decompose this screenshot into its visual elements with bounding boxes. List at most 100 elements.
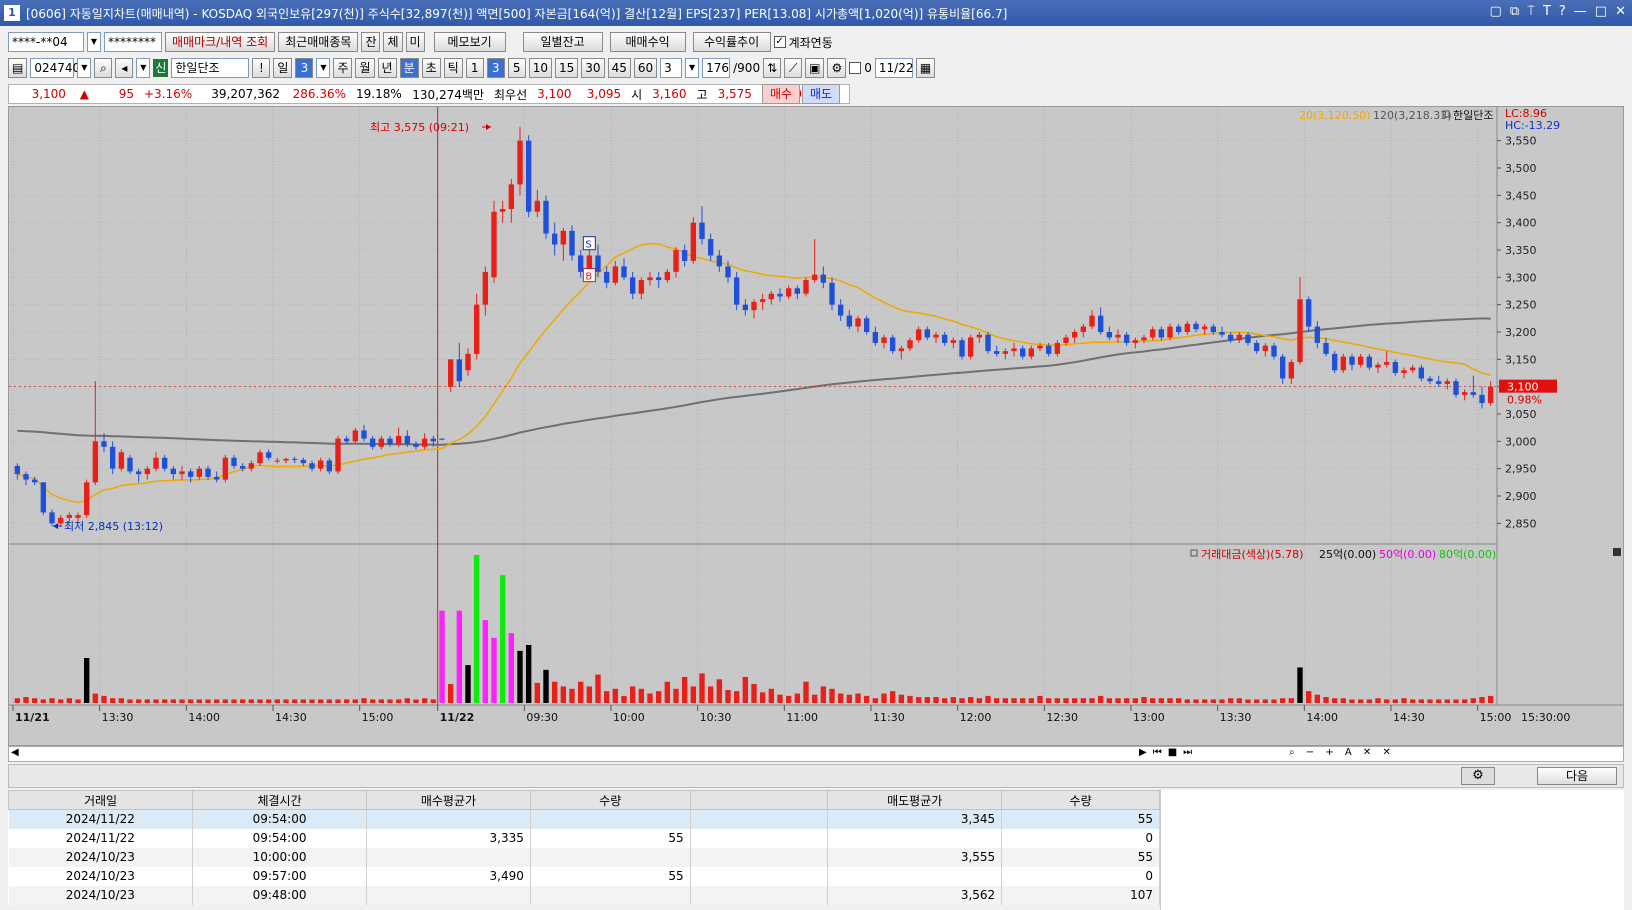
draw-icon[interactable]: ⟋ (784, 58, 803, 78)
executed-button[interactable]: 체 (383, 32, 403, 52)
period-dropdown-icon[interactable]: ▼ (316, 58, 331, 78)
pin-icon[interactable]: ⍑ (1527, 4, 1535, 19)
indicator-icon[interactable]: ⇅ (763, 58, 782, 78)
volume-bar (1054, 698, 1061, 703)
table-row[interactable]: 2024/10/23 10:00:00 3,555 55 (8, 847, 1160, 867)
volume-bar (898, 694, 905, 703)
font-icon[interactable]: T (1543, 4, 1551, 19)
period-tick-button[interactable]: 틱 (443, 58, 463, 78)
col-trade-date[interactable]: 거래일 (7, 790, 194, 810)
maximize-icon[interactable]: □ (1595, 4, 1607, 19)
minute-60-button[interactable]: 60 (633, 58, 658, 78)
volume-bar (950, 697, 957, 703)
period-week-button[interactable]: 주 (333, 58, 353, 78)
candle-body (161, 457, 168, 469)
table-row[interactable]: 2024/10/23 09:57:00 3,490 55 0 (8, 866, 1160, 886)
trades-table: 거래일 체결시간 매수평균가 수량 매도평균가 수량 2024/11/22 09:… (7, 790, 1160, 905)
period-day-button[interactable]: 일 (273, 58, 293, 78)
sound-icon[interactable]: ◂ (115, 58, 134, 78)
volume-bar (1479, 697, 1485, 703)
unexecuted-button[interactable]: 미 (405, 32, 425, 52)
code-dropdown-icon[interactable]: ▼ (77, 58, 92, 78)
account-dropdown-icon[interactable]: ▼ (87, 32, 101, 52)
daily-balance-button[interactable]: 일별잔고 (522, 32, 603, 52)
account-link-checkbox[interactable]: ✓ (773, 36, 786, 48)
recent-trades-button[interactable]: 최근매매종목 (278, 32, 359, 52)
password-input[interactable]: ******** (104, 32, 162, 52)
zoom-tools-icon[interactable]: ⌕ − + A ✕ ✕ (1289, 747, 1395, 758)
period-second-button[interactable]: 초 (421, 58, 441, 78)
minute-10-button[interactable]: 10 (528, 58, 552, 78)
restore-icon[interactable]: ⧉ (1510, 4, 1519, 19)
col-sell-qty[interactable]: 수량 (1001, 790, 1160, 810)
volume-bar (993, 698, 1000, 703)
volume-bar (707, 686, 714, 703)
volume-bar (1080, 698, 1087, 703)
layout-icon[interactable]: ▤ (8, 58, 28, 78)
candle-body (1461, 392, 1468, 395)
table-row[interactable]: 2024/11/22 09:54:00 3,345 55 (8, 809, 1160, 829)
sell-button[interactable]: 매도 (802, 84, 840, 104)
date-checkbox[interactable] (849, 62, 862, 74)
col-buy-avg[interactable]: 매수평균가 (366, 790, 531, 810)
col-sell-avg[interactable]: 매도평균가 (827, 790, 1003, 810)
scroll-tools-icon[interactable]: ▶⏮■⏭ (1139, 747, 1198, 758)
minute-45-button[interactable]: 45 (607, 58, 631, 78)
col-buy-qty[interactable]: 수량 (529, 790, 691, 810)
unit-input[interactable]: 3 (660, 58, 683, 78)
memo-button[interactable]: 메모보기 (433, 32, 506, 52)
next-button[interactable]: 다음 (1537, 767, 1617, 785)
price-tick-label: 3,550 (1505, 135, 1537, 148)
close-icon[interactable]: ✕ (1615, 4, 1626, 19)
period-minute-button[interactable]: 분 (399, 58, 419, 78)
table-row[interactable]: 2024/11/22 09:54:00 3,335 55 0 (8, 828, 1160, 848)
table-settings-icon[interactable]: ⚙ (1461, 767, 1495, 785)
trade-profit-button[interactable]: 매매수익 (609, 32, 686, 52)
stock-code-input[interactable]: 024740 (30, 58, 80, 78)
settings-icon[interactable]: ⚙ (827, 58, 847, 78)
volume-bar (1262, 699, 1269, 703)
date-input[interactable]: 11/22 (874, 58, 913, 78)
alert-button[interactable]: ! (252, 58, 271, 78)
minute-30-button[interactable]: 30 (581, 58, 605, 78)
col-exec-time[interactable]: 체결시간 (192, 790, 368, 810)
volume-bar (889, 691, 896, 703)
balance-button[interactable]: 잔 (361, 32, 381, 52)
minimize-icon[interactable]: — (1574, 4, 1587, 19)
volume-bar (985, 695, 991, 703)
volume-bar (482, 620, 489, 703)
volume-bar (1210, 699, 1217, 703)
scroll-left-icon[interactable]: ◀ (11, 747, 19, 758)
search-icon[interactable]: ⌕ (94, 58, 113, 78)
unit-dropdown-icon[interactable]: ▼ (685, 58, 700, 78)
volume-bar (1019, 698, 1026, 703)
sound-dropdown-icon[interactable]: ▼ (136, 58, 151, 78)
minute-3-button[interactable]: 3 (486, 58, 505, 78)
buy-button[interactable]: 매수 (762, 84, 800, 104)
trade-marks-button[interactable]: 매매마크/내역 조회 (165, 32, 276, 52)
period-month-button[interactable]: 월 (355, 58, 375, 78)
minute-1-button[interactable]: 1 (465, 58, 484, 78)
chart-scrollbar[interactable]: ◀ ▶⏮■⏭ ⌕ − + A ✕ ✕ (8, 746, 1624, 762)
minute-15-button[interactable]: 15 (555, 58, 579, 78)
period-year-button[interactable]: 년 (377, 58, 397, 78)
volume-bar (1132, 698, 1139, 703)
chart-area[interactable]: 3,550 3,500 3,450 3,400 3,350 3,300 3,250 3,200… (8, 106, 1624, 746)
table-row[interactable]: 2024/10/23 09:48:00 3,562 107 (8, 885, 1160, 905)
window-controls: ▢ ⧉ ⍑ T ? — □ ✕ (1490, 4, 1626, 19)
window-number[interactable]: 1 (4, 5, 20, 21)
profit-trend-button[interactable]: 수익률추이 (692, 32, 771, 52)
candle-body (248, 463, 255, 469)
period-count-button[interactable]: 3 (295, 58, 314, 78)
price-volume-chart[interactable]: 3,550 3,500 3,450 3,400 3,350 3,300 3,250 3,200… (9, 107, 1623, 745)
link-icon[interactable]: ▢ (1490, 4, 1502, 19)
volume-bar (387, 699, 393, 703)
save-icon[interactable]: ▣ (805, 58, 825, 78)
account-input[interactable]: ****-**04 (8, 32, 84, 52)
count-input[interactable]: 176 (702, 58, 731, 78)
minute-5-button[interactable]: 5 (507, 58, 526, 78)
calendar-icon[interactable]: ▦ (915, 58, 936, 78)
date-label: 0 (864, 61, 872, 75)
table-cell: 3,490 (366, 866, 531, 886)
help-icon[interactable]: ? (1559, 4, 1566, 19)
